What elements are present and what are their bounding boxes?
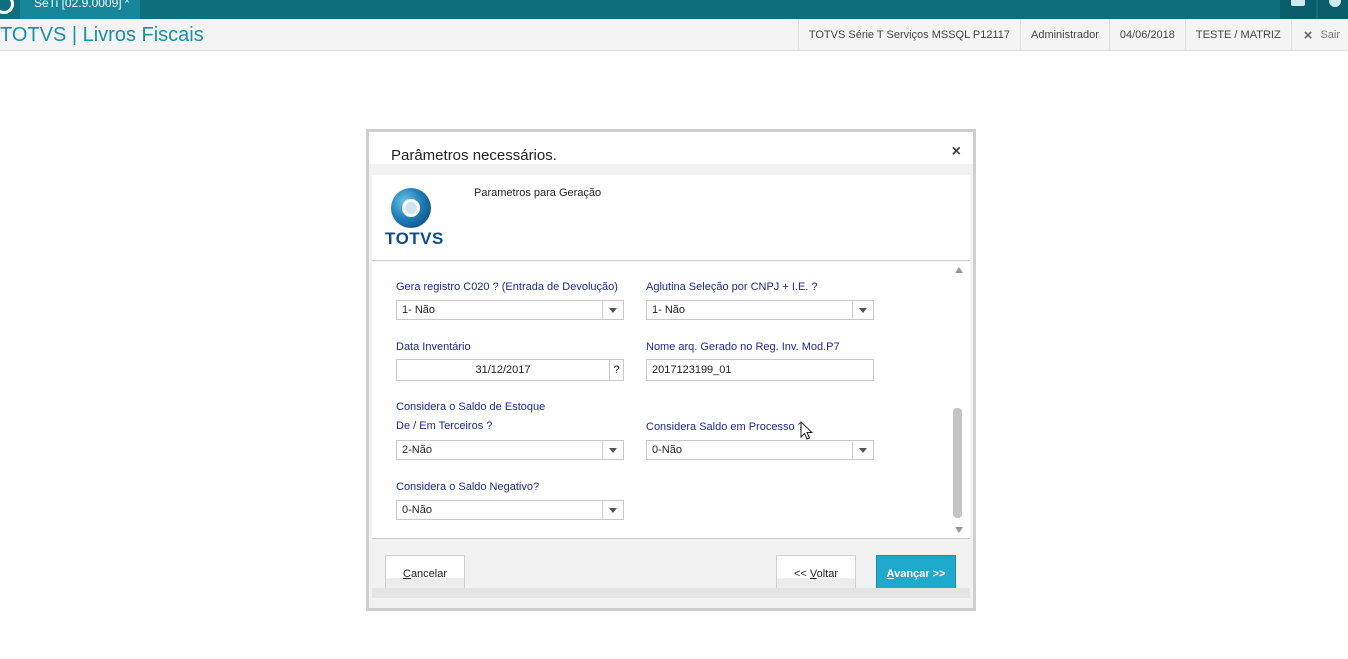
dialog-title: Parâmetros necessários. xyxy=(391,147,557,164)
data-inventario-input[interactable]: 31/12/2017 xyxy=(396,359,610,381)
info-button[interactable] xyxy=(1318,0,1348,19)
saldo-terceiros-label-1: Considera o Saldo de Estoque xyxy=(396,401,546,413)
scroll-down-icon[interactable] xyxy=(955,527,963,533)
saldo-terceiros-field: Considera o Saldo de Estoque De / Em Ter… xyxy=(396,401,545,432)
nome-arquivo-input[interactable]: 2017123199_01 xyxy=(646,359,874,381)
totvs-logo: TOTVS xyxy=(383,186,444,248)
dialog-titlebar: Parâmetros necessários. × xyxy=(369,132,973,164)
saldo-processo-select[interactable]: 0-Não xyxy=(646,440,874,460)
c020-value: 1- Não xyxy=(402,304,436,316)
chevron-down-icon[interactable] xyxy=(852,441,873,459)
module-tab[interactable]: SeTi [02.9.0009] × xyxy=(20,0,140,19)
nome-arquivo-label: Nome arq. Gerado no Reg. Inv. Mod.P7 xyxy=(646,341,840,353)
saldo-negativo-value: 0-Não xyxy=(402,504,432,516)
saldo-terceiros-value: 2-Não xyxy=(402,444,432,456)
header-info: TOTVS Série T Serviços MSSQL P12117 Admi… xyxy=(797,19,1348,51)
close-icon: × xyxy=(1303,26,1313,44)
chevron-down-icon[interactable] xyxy=(602,501,623,519)
environment-label: TOTVS Série T Serviços MSSQL P12117 xyxy=(797,19,1020,51)
logo-text: TOTVS xyxy=(385,229,444,248)
dialog-footer-strip xyxy=(372,588,970,598)
chevron-down-icon[interactable] xyxy=(602,441,623,459)
saldo-processo-value: 0-Não xyxy=(652,444,682,456)
exit-label: Sair xyxy=(1320,29,1340,41)
scroll-thumb[interactable] xyxy=(953,408,962,518)
data-inventario-help-button[interactable]: ? xyxy=(609,359,624,381)
aglutina-value: 1- Não xyxy=(652,304,686,316)
saldo-processo-label: Considera Saldo em Processo ? xyxy=(646,421,804,433)
data-inventario-field: Data Inventário xyxy=(396,341,471,353)
back-button[interactable]: << Voltar xyxy=(776,555,856,591)
c020-select[interactable]: 1- Não xyxy=(396,300,624,320)
info-icon xyxy=(1329,0,1341,7)
mail-icon xyxy=(1291,0,1305,6)
aglutina-label: Aglutina Seleção por CNPJ + I.E. ? xyxy=(646,281,818,293)
form-scrollbar[interactable] xyxy=(953,262,967,538)
tab-close-icon[interactable]: × xyxy=(124,0,130,7)
app-title: TOTVS | Livros Fiscais xyxy=(0,24,204,46)
next-button[interactable]: Avançar >> xyxy=(876,555,956,591)
scroll-up-icon[interactable] xyxy=(955,267,963,273)
saldo-terceiros-label-2: De / Em Terceiros ? xyxy=(396,420,493,432)
data-inventario-label: Data Inventário xyxy=(396,341,471,353)
saldo-negativo-select[interactable]: 0-Não xyxy=(396,500,624,520)
company-label[interactable]: TESTE / MATRIZ xyxy=(1184,19,1291,51)
mouse-cursor-icon xyxy=(800,421,814,440)
aglutina-field: Aglutina Seleção por CNPJ + I.E. ? xyxy=(646,281,818,293)
cancel-button[interactable]: Cancelar xyxy=(385,555,465,591)
parameters-dialog: Parâmetros necessários. × TOTVS Parametr… xyxy=(366,129,976,611)
params-caption: Parametros para Geração xyxy=(474,187,602,199)
chevron-down-icon[interactable] xyxy=(852,301,873,319)
date-label[interactable]: 04/06/2018 xyxy=(1108,19,1185,51)
dialog-close-icon[interactable]: × xyxy=(952,143,961,161)
saldo-terceiros-select[interactable]: 2-Não xyxy=(396,440,624,460)
chevron-down-icon[interactable] xyxy=(602,301,623,319)
top-bar: SeTi [02.9.0009] × xyxy=(0,0,1348,19)
globe-icon xyxy=(391,188,431,228)
parameters-form: Gera registro C020 ? (Entrada de Devoluç… xyxy=(372,262,970,539)
app-logo-icon xyxy=(0,0,14,14)
c020-field: Gera registro C020 ? (Entrada de Devoluç… xyxy=(396,281,618,293)
user-label[interactable]: Administrador xyxy=(1020,19,1109,51)
saldo-processo-field: Considera Saldo em Processo ? xyxy=(646,421,804,433)
saldo-negativo-label: Considera o Saldo Negativo? xyxy=(396,481,540,493)
aglutina-select[interactable]: 1- Não xyxy=(646,300,874,320)
saldo-negativo-field: Considera o Saldo Negativo? xyxy=(396,481,539,493)
c020-label: Gera registro C020 ? (Entrada de Devoluç… xyxy=(396,281,618,293)
nome-arquivo-field: Nome arq. Gerado no Reg. Inv. Mod.P7 xyxy=(646,341,840,353)
mail-button[interactable] xyxy=(1280,0,1316,19)
dialog-header-panel: TOTVS Parametros para Geração xyxy=(372,175,970,261)
app-header: TOTVS | Livros Fiscais TOTVS Série T Ser… xyxy=(0,19,1348,51)
exit-button[interactable]: × Sair xyxy=(1290,19,1348,51)
module-tab-label: SeTi [02.9.0009] xyxy=(34,0,122,10)
